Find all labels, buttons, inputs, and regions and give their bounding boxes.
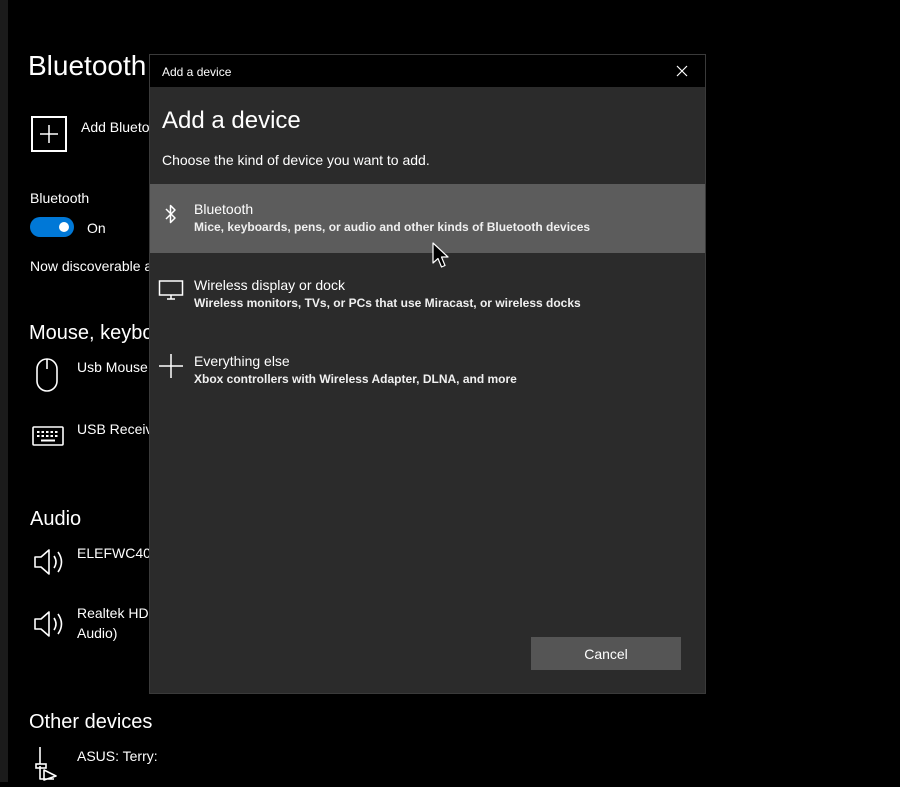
device-elefwc[interactable]: ELEFWC401 xyxy=(77,543,159,563)
option-title: Everything else xyxy=(194,353,290,369)
section-heading-mouse: Mouse, keybo xyxy=(29,322,154,344)
monitor-icon xyxy=(157,276,185,304)
dialog-heading: Add a device xyxy=(162,107,301,134)
bluetooth-icon xyxy=(157,200,185,228)
device-usb-receiver[interactable]: USB Receive xyxy=(77,419,160,439)
media-device-icon xyxy=(32,744,62,787)
section-heading-audio: Audio xyxy=(30,508,82,530)
bluetooth-label: Bluetooth xyxy=(30,190,90,206)
page-title: Bluetooth xyxy=(28,50,147,81)
add-device-button[interactable] xyxy=(31,116,67,152)
option-title: Wireless display or dock xyxy=(194,277,345,293)
section-heading-other-devices: Other devices xyxy=(29,711,153,733)
window-edge xyxy=(0,0,8,782)
dialog-titlebar-text: Add a device xyxy=(162,65,232,79)
speaker-icon xyxy=(32,608,68,645)
option-title: Bluetooth xyxy=(194,201,254,217)
toggle-state-label: On xyxy=(87,220,106,236)
mouse-icon xyxy=(32,356,62,399)
option-bluetooth[interactable]: Bluetooth Mice, keyboards, pens, or audi… xyxy=(150,184,705,253)
option-description: Wireless monitors, TVs, or PCs that use … xyxy=(194,296,581,310)
close-button[interactable] xyxy=(659,55,705,87)
device-realtek[interactable]: Realtek HD Audio) xyxy=(77,603,149,643)
keyboard-icon xyxy=(32,425,64,452)
dialog-subtitle: Choose the kind of device you want to ad… xyxy=(162,152,430,168)
cancel-button[interactable]: Cancel xyxy=(531,637,681,670)
discoverable-text: Now discoverable a xyxy=(30,258,153,274)
plus-icon xyxy=(40,125,58,143)
plus-icon xyxy=(157,352,185,380)
option-wireless-display[interactable]: Wireless display or dock Wireless monito… xyxy=(150,260,705,329)
option-description: Xbox controllers with Wireless Adapter, … xyxy=(194,372,517,386)
bluetooth-toggle[interactable] xyxy=(30,217,74,237)
dialog-titlebar[interactable]: Add a device xyxy=(150,55,705,87)
device-asus[interactable]: ASUS: Terry: xyxy=(77,746,158,766)
device-realtek-line1: Realtek HD xyxy=(77,605,149,621)
close-icon xyxy=(676,65,688,77)
add-device-label[interactable]: Add Blueto xyxy=(81,119,150,135)
speaker-icon xyxy=(32,546,68,583)
device-usb-mouse[interactable]: Usb Mouse xyxy=(77,357,148,377)
add-device-dialog: Add a device Add a device Choose the kin… xyxy=(149,54,706,694)
option-description: Mice, keyboards, pens, or audio and othe… xyxy=(194,220,591,234)
toggle-knob xyxy=(59,222,69,232)
mouse-cursor-icon xyxy=(431,242,451,275)
option-everything-else[interactable]: Everything else Xbox controllers with Wi… xyxy=(150,336,705,405)
device-realtek-line2: Audio) xyxy=(77,625,118,641)
